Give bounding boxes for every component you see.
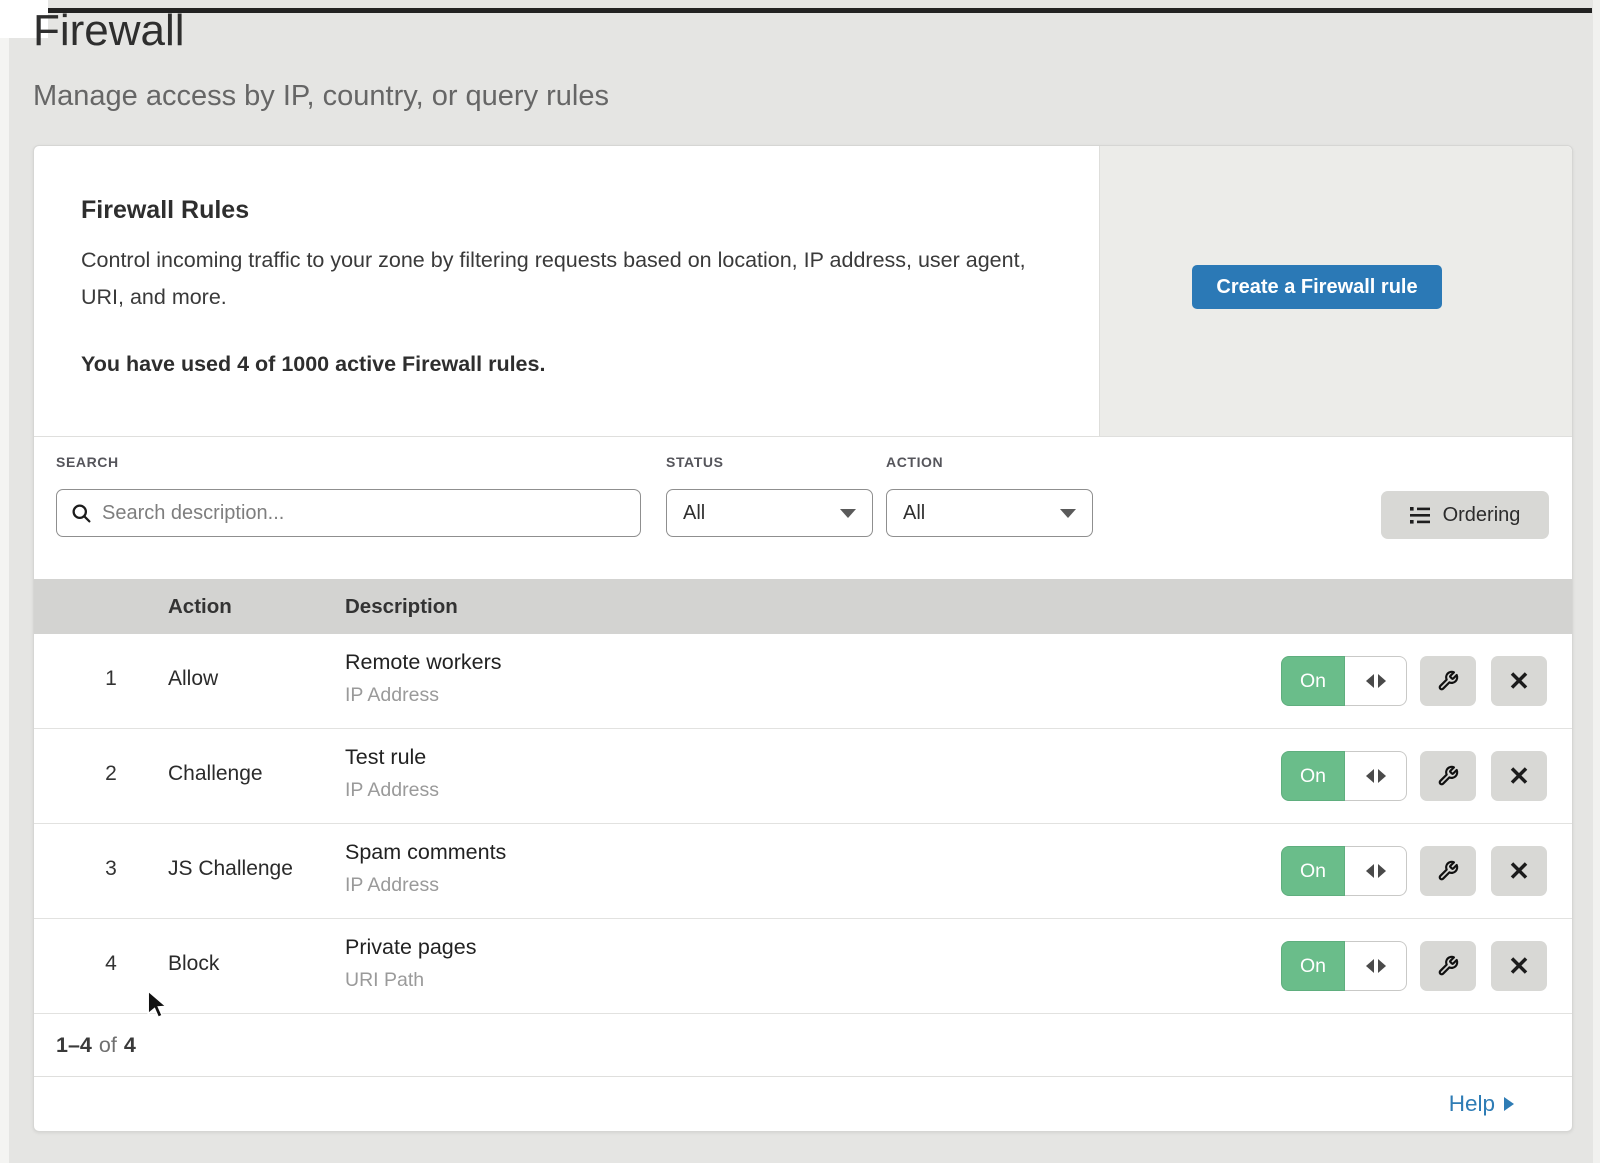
- status-select-value: All: [683, 502, 705, 525]
- delete-rule-button[interactable]: ✕: [1491, 751, 1547, 801]
- table-row: 2 Challenge Test rule IP Address On ✕: [34, 729, 1572, 824]
- rule-description: Remote workers: [345, 650, 502, 675]
- create-firewall-rule-button[interactable]: Create a Firewall rule: [1192, 265, 1442, 309]
- top-border-line: [48, 8, 1592, 13]
- toggle-on-button[interactable]: On: [1281, 941, 1345, 991]
- chevron-down-icon: [1060, 509, 1076, 518]
- page-title: Firewall: [33, 6, 185, 56]
- close-icon: ✕: [1508, 951, 1530, 982]
- page-subtitle: Manage access by IP, country, or query r…: [33, 80, 609, 113]
- rule-priority: 4: [94, 952, 128, 976]
- rule-priority: 2: [94, 762, 128, 786]
- status-select[interactable]: All: [666, 489, 873, 537]
- help-arrow-icon: [1504, 1097, 1514, 1111]
- page-edge-right: [1593, 0, 1600, 1163]
- rule-priority: 3: [94, 857, 128, 881]
- right-arrow-icon: [1378, 769, 1386, 783]
- ordering-list-icon: [1410, 506, 1432, 525]
- table-row: 1 Allow Remote workers IP Address On ✕: [34, 634, 1572, 729]
- wrench-icon: [1437, 955, 1459, 977]
- action-select[interactable]: All: [886, 489, 1093, 537]
- ordering-button-label: Ordering: [1443, 504, 1521, 527]
- search-input[interactable]: [102, 502, 626, 525]
- rule-field: URI Path: [345, 969, 424, 992]
- rule-toggle: On: [1281, 751, 1407, 801]
- column-header-description: Description: [345, 595, 458, 619]
- delete-rule-button[interactable]: ✕: [1491, 656, 1547, 706]
- action-select-value: All: [903, 502, 925, 525]
- pagination-status: 1–4 of 4: [56, 1014, 136, 1076]
- edit-rule-button[interactable]: [1420, 751, 1476, 801]
- left-arrow-icon: [1366, 959, 1374, 973]
- rule-field: IP Address: [345, 779, 439, 802]
- rules-usage-text: You have used 4 of 1000 active Firewall …: [81, 352, 545, 377]
- rule-priority: 1: [94, 667, 128, 691]
- rule-action: JS Challenge: [168, 857, 293, 881]
- wrench-icon: [1437, 860, 1459, 882]
- toggle-on-button[interactable]: On: [1281, 656, 1345, 706]
- pagination-total: 4: [124, 1033, 136, 1058]
- rules-card-heading: Firewall Rules: [81, 196, 249, 225]
- rule-action: Block: [168, 952, 219, 976]
- search-icon: [71, 503, 92, 524]
- pagination-of-word: of: [99, 1033, 117, 1058]
- toggle-on-button[interactable]: On: [1281, 846, 1345, 896]
- table-row: 4 Block Private pages URI Path On ✕: [34, 919, 1572, 1014]
- right-arrow-icon: [1378, 959, 1386, 973]
- rule-toggle: On: [1281, 656, 1407, 706]
- edit-rule-button[interactable]: [1420, 846, 1476, 896]
- toggle-slider-handle[interactable]: [1345, 751, 1407, 801]
- footer-divider: [34, 1076, 1572, 1077]
- rule-toggle: On: [1281, 846, 1407, 896]
- close-icon: ✕: [1508, 856, 1530, 887]
- left-arrow-icon: [1366, 674, 1374, 688]
- rules-card-description: Control incoming traffic to your zone by…: [81, 242, 1031, 316]
- toggle-slider-handle[interactable]: [1345, 656, 1407, 706]
- help-link-label: Help: [1449, 1091, 1495, 1117]
- rule-action: Allow: [168, 667, 218, 691]
- status-label: STATUS: [666, 454, 724, 470]
- right-arrow-icon: [1378, 864, 1386, 878]
- column-header-action: Action: [168, 595, 232, 619]
- left-arrow-icon: [1366, 864, 1374, 878]
- section-divider: [34, 436, 1572, 437]
- close-icon: ✕: [1508, 666, 1530, 697]
- help-link[interactable]: Help: [1449, 1076, 1514, 1132]
- rule-description: Spam comments: [345, 840, 506, 865]
- wrench-icon: [1437, 670, 1459, 692]
- rule-description: Test rule: [345, 745, 426, 770]
- rule-field: IP Address: [345, 684, 439, 707]
- left-arrow-icon: [1366, 769, 1374, 783]
- close-icon: ✕: [1508, 761, 1530, 792]
- delete-rule-button[interactable]: ✕: [1491, 941, 1547, 991]
- search-field-container: [56, 489, 641, 537]
- toggle-slider-handle[interactable]: [1345, 846, 1407, 896]
- right-arrow-icon: [1378, 674, 1386, 688]
- rule-action: Challenge: [168, 762, 263, 786]
- edit-rule-button[interactable]: [1420, 656, 1476, 706]
- delete-rule-button[interactable]: ✕: [1491, 846, 1547, 896]
- table-header: Action Description: [34, 579, 1572, 634]
- create-rule-panel: Create a Firewall rule: [1099, 146, 1572, 436]
- wrench-icon: [1437, 765, 1459, 787]
- ordering-button[interactable]: Ordering: [1381, 491, 1549, 539]
- chevron-down-icon: [840, 509, 856, 518]
- pagination-range: 1–4: [56, 1033, 92, 1058]
- toggle-on-button[interactable]: On: [1281, 751, 1345, 801]
- table-row: 3 JS Challenge Spam comments IP Address …: [34, 824, 1572, 919]
- firewall-rules-card: Create a Firewall rule Firewall Rules Co…: [33, 145, 1573, 1132]
- rule-field: IP Address: [345, 874, 439, 897]
- toggle-slider-handle[interactable]: [1345, 941, 1407, 991]
- action-label: ACTION: [886, 454, 943, 470]
- page-edge-left: [0, 0, 9, 1163]
- search-label: SEARCH: [56, 454, 119, 470]
- rule-toggle: On: [1281, 941, 1407, 991]
- rule-description: Private pages: [345, 935, 476, 960]
- edit-rule-button[interactable]: [1420, 941, 1476, 991]
